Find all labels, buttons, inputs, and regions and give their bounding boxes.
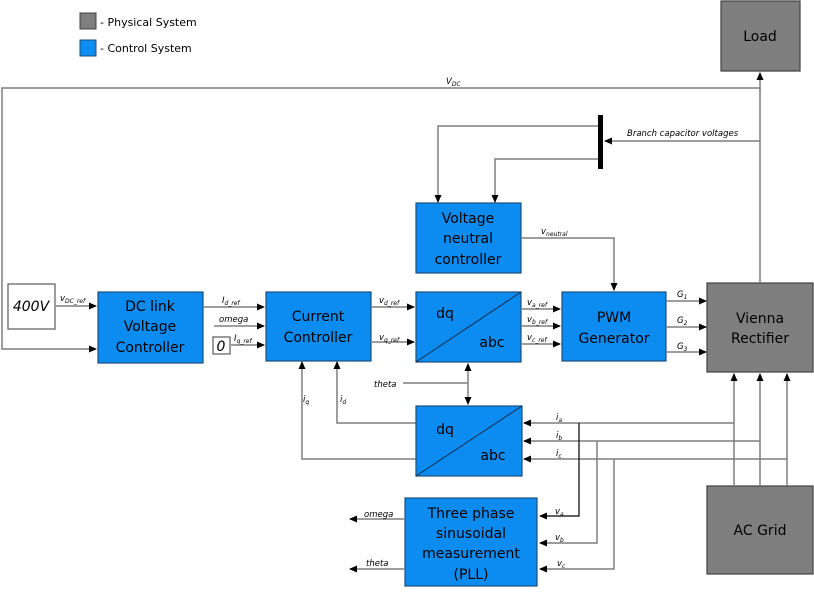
signal-label-va-ref: va_ref	[527, 298, 548, 309]
load-block: Load	[720, 0, 801, 72]
signal-label-vb: vb	[555, 533, 564, 544]
legend-label-control: - Control System	[100, 42, 192, 55]
signal-label-vb-ref: vb_ref	[527, 315, 548, 326]
dc-link-label-1: DC link	[125, 299, 176, 315]
dc-link-label-2: Voltage	[124, 319, 177, 335]
abc-dq-bottom-label: abc	[480, 448, 505, 464]
legend: - Physical System - Control System	[79, 12, 197, 57]
wire-id-feedback	[333, 361, 416, 424]
signal-label-theta-in: theta	[374, 380, 397, 390]
neutral-label-2: neutral	[443, 231, 493, 247]
pll-label-1: Three phase	[427, 506, 515, 522]
voltage-reference-label: 400V	[13, 299, 51, 315]
signal-label-ib: ib	[556, 431, 562, 442]
signal-label-vc-ref: vc_ref	[527, 333, 547, 344]
signal-label-va: va	[555, 507, 564, 518]
signal-label-omega-out: omega	[364, 510, 393, 520]
pll-label-4: (PLL)	[454, 567, 489, 583]
signal-label-omega-in: omega	[219, 315, 248, 325]
signal-label-ia: ia	[556, 413, 562, 424]
neutral-label-1: Voltage	[442, 211, 495, 227]
signal-label-g1: G1	[677, 290, 687, 301]
current-controller-block: Current Controller	[265, 291, 372, 362]
zero-constant-label: 0	[217, 339, 226, 355]
current-controller-label-2: Controller	[284, 330, 353, 346]
pll-label-2: sinusoidal	[436, 526, 506, 542]
signal-label-theta-out: theta	[366, 559, 389, 569]
voltage-reference-block: 400V	[7, 283, 56, 330]
vienna-rectifier-block: Vienna Rectifier	[706, 282, 814, 373]
legend-swatch-physical	[79, 12, 97, 30]
block-diagram: - Physical System - Control System Load …	[1, 0, 814, 587]
dc-link-controller-block: DC link Voltage Controller	[97, 291, 204, 364]
zero-constant-block: 0	[212, 336, 231, 355]
dq-abc-transform-block: dq abc	[415, 291, 522, 363]
wire-vneutral	[522, 237, 618, 291]
wire-iq-feedback	[298, 361, 416, 460]
signal-label-vd-ref: vd_ref	[379, 296, 400, 307]
pwm-generator-block: PWM Generator	[561, 291, 667, 362]
wire-vc	[539, 459, 615, 573]
legend-label-physical: - Physical System	[100, 16, 197, 29]
signal-label-vdc: VDC	[446, 77, 461, 88]
signal-label-g3: G3	[677, 342, 688, 353]
current-controller-label-1: Current	[292, 309, 345, 325]
dq-abc-top-label: dq	[436, 306, 454, 322]
wire-vb	[539, 441, 598, 547]
signal-label-vc: vc	[557, 559, 566, 570]
neutral-label-3: controller	[435, 252, 502, 268]
legend-swatch-control	[79, 39, 97, 57]
signal-label-id: id	[340, 395, 346, 406]
wire-bus-to-neutral-2	[491, 158, 598, 203]
dq-abc-bottom-label: abc	[479, 335, 504, 351]
voltage-neutral-controller-block: Voltage neutral controller	[415, 202, 522, 274]
signal-label-vdc-ref: vDC_ref	[60, 294, 86, 305]
pwm-label-2: Generator	[578, 331, 649, 347]
signal-label-g2: G2	[677, 316, 688, 327]
signal-label-iq-ref: Iq_ref	[234, 334, 252, 345]
ac-grid-label: AC Grid	[734, 523, 787, 539]
signal-label-vneutral: vneutral	[541, 227, 568, 238]
signal-label-vq-ref: vq_ref	[379, 333, 400, 344]
pll-block: Three phase sinusoidal measurement (PLL)	[404, 497, 538, 587]
pll-label-3: measurement	[422, 546, 520, 562]
abc-dq-transform-block: dq abc	[415, 405, 523, 477]
ac-grid-block: AC Grid	[706, 485, 814, 575]
abc-dq-top-label: dq	[436, 422, 454, 438]
signal-label-iq: iq	[303, 395, 309, 406]
signal-label-id-ref: Id_ref	[222, 296, 240, 307]
bus-bar	[598, 115, 603, 169]
dc-link-label-3: Controller	[116, 340, 185, 356]
wire-bus-to-neutral-1	[434, 125, 598, 203]
signal-label-ic: ic	[556, 449, 562, 460]
vienna-label-2: Rectifier	[731, 331, 789, 347]
pwm-label-1: PWM	[597, 310, 631, 326]
vienna-label-1: Vienna	[736, 311, 784, 327]
load-label: Load	[743, 29, 777, 45]
signal-label-branch: Branch capacitor voltages	[627, 129, 739, 139]
